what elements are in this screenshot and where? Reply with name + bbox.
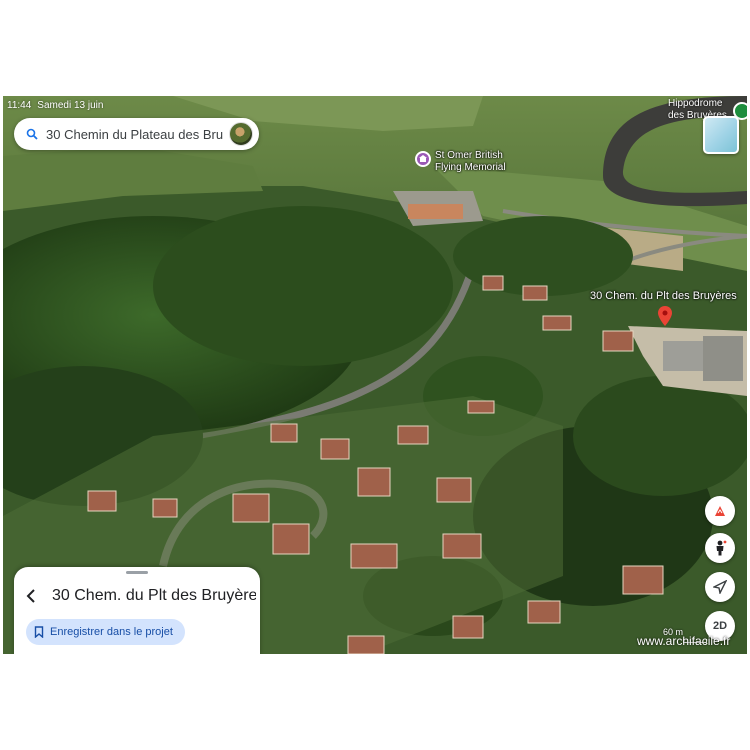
search-input[interactable]: [46, 126, 223, 142]
bookmark-icon: [34, 626, 44, 638]
poi-label: St Omer British Flying Memorial: [435, 150, 506, 173]
terrain-button[interactable]: [705, 496, 735, 526]
search-icon[interactable]: [18, 118, 46, 150]
terrain-icon: [715, 506, 725, 516]
poi-marker[interactable]: St Omer British Flying Memorial: [415, 150, 515, 174]
street-view-button[interactable]: [705, 533, 735, 563]
street-view-icon: [716, 540, 727, 556]
back-icon[interactable]: [26, 587, 40, 605]
drag-handle[interactable]: [126, 571, 148, 574]
search-bar[interactable]: [14, 118, 259, 150]
address-label: 30 Chem. du Plt des Bruyères: [590, 290, 737, 302]
navigate-icon: [713, 580, 727, 594]
poi-icon: [415, 151, 431, 167]
place-title: 30 Chem. du Plt des Bruyères: [52, 587, 256, 604]
layers-thumbnail[interactable]: [703, 116, 739, 154]
save-to-project-button[interactable]: Enregistrer dans le projet: [26, 619, 185, 645]
place-card[interactable]: 30 Chem. du Plt des Bruyères Enregistrer…: [14, 567, 260, 654]
navigate-button[interactable]: [705, 572, 735, 602]
watermark: www.archifacile.fr: [637, 634, 731, 648]
location-pin-icon[interactable]: [658, 306, 672, 326]
status-bar: 11:44 Samedi 13 juin: [7, 100, 103, 111]
map-view[interactable]: 11:44 Samedi 13 juin Hippodrome des Bruy…: [3, 96, 747, 654]
clock: 11:44: [7, 100, 32, 111]
save-button-label: Enregistrer dans le projet: [50, 626, 173, 638]
view-mode-label: 2D: [712, 620, 728, 632]
avatar[interactable]: [229, 122, 253, 146]
date: Samedi 13 juin: [37, 100, 104, 111]
